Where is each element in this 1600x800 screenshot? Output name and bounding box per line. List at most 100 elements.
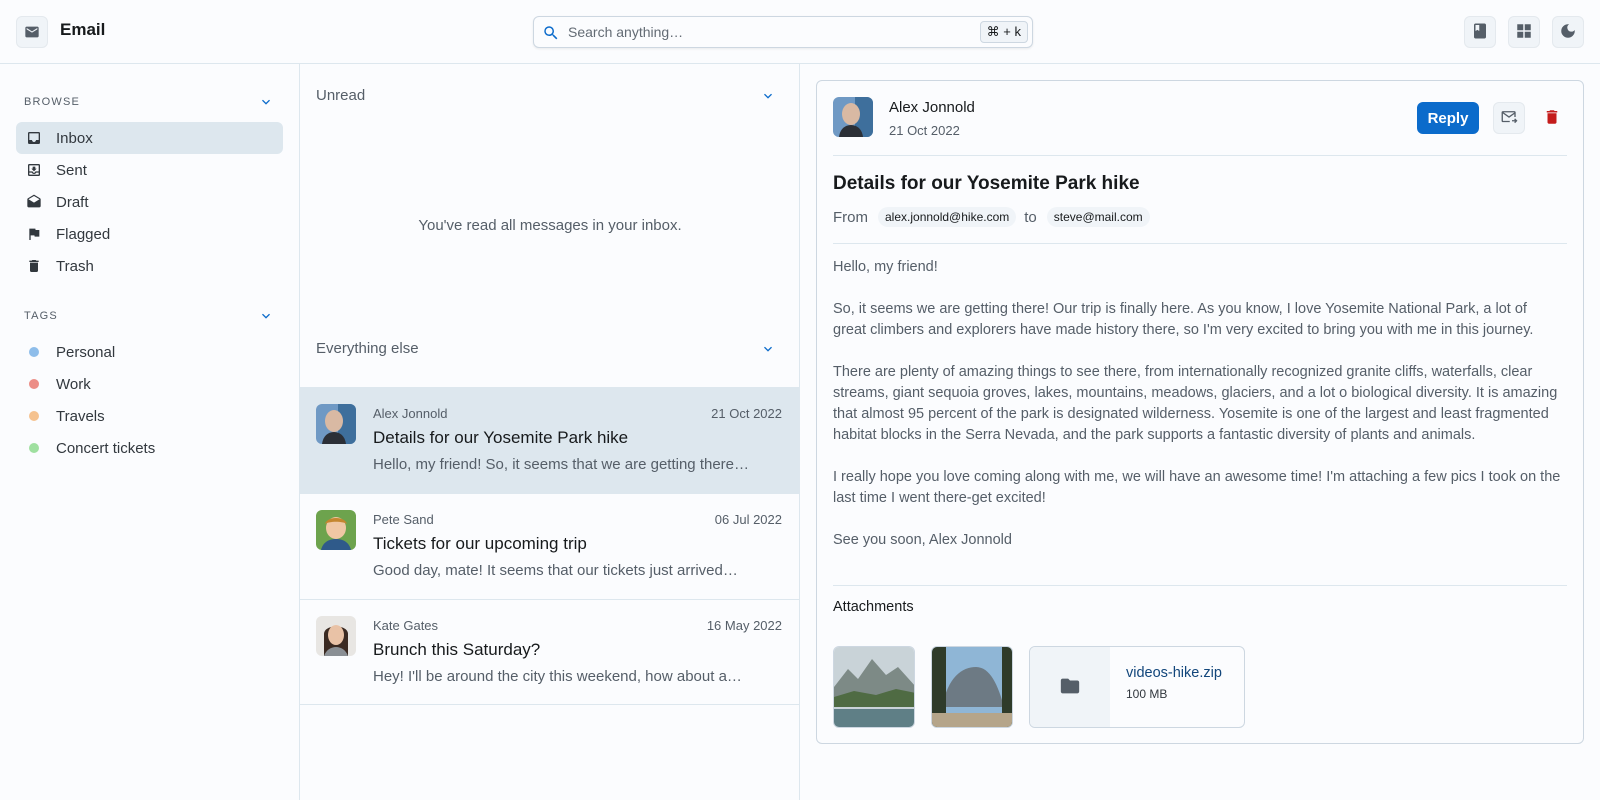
sidebar-item-trash[interactable]: Trash bbox=[16, 250, 283, 282]
folder-icon bbox=[1059, 675, 1081, 700]
moon-icon bbox=[1559, 22, 1577, 43]
message-date: 06 Jul 2022 bbox=[714, 512, 782, 527]
unread-empty-message: You've read all messages in your inbox. bbox=[418, 217, 682, 234]
body-paragraph: I really hope you love coming along with… bbox=[833, 469, 1561, 506]
tag-label: Personal bbox=[56, 343, 116, 361]
tag-dot bbox=[29, 411, 39, 421]
sidebar-item-label: Sent bbox=[56, 161, 87, 179]
mail-icon[interactable] bbox=[16, 16, 48, 48]
message-reader: Alex Jonnold 21 Oct 2022 Reply Details f… bbox=[816, 80, 1584, 744]
forward-mail-icon bbox=[1500, 108, 1518, 129]
everything-else-group-header[interactable]: Everything else bbox=[316, 337, 784, 361]
message-subject: Brunch this Saturday? bbox=[373, 640, 541, 659]
from-email-chip[interactable]: alex.jonnold@hike.com bbox=[878, 207, 1017, 227]
reader-date: 21 Oct 2022 bbox=[889, 123, 960, 138]
sidebar-item-flagged[interactable]: Flagged bbox=[16, 218, 283, 250]
top-bar: Email ⌘ + k bbox=[0, 0, 1600, 64]
message-preview: Good day, mate! It seems that our ticket… bbox=[373, 562, 738, 579]
sidebar-item-draft[interactable]: Draft bbox=[16, 186, 283, 218]
trash-icon bbox=[26, 258, 42, 274]
search-input[interactable] bbox=[568, 21, 948, 43]
browse-section-header[interactable]: Browse bbox=[24, 94, 274, 110]
sender-name: Alex Jonnold bbox=[373, 406, 448, 421]
message-body: Hello, my friend! So, it seems we are ge… bbox=[833, 257, 1563, 572]
divider bbox=[833, 585, 1567, 586]
message-subject: Details for our Yosemite Park hike bbox=[373, 428, 629, 447]
attachments-label: Attachments bbox=[833, 599, 914, 615]
flag-icon bbox=[26, 226, 42, 242]
tag-dot bbox=[29, 443, 39, 453]
grid-icon bbox=[1515, 22, 1533, 43]
body-paragraph: There are plenty of amazing things to se… bbox=[833, 364, 1558, 443]
tag-dot bbox=[29, 379, 39, 389]
avatar bbox=[316, 510, 356, 550]
sidebar-item-inbox[interactable]: Inbox bbox=[16, 122, 283, 154]
delete-button[interactable] bbox=[1536, 102, 1568, 134]
tag-label: Concert tickets bbox=[56, 439, 156, 457]
tag-item-personal[interactable]: Personal bbox=[16, 336, 283, 368]
search-shortcut: ⌘ + k bbox=[979, 21, 1028, 43]
chevron-down-icon[interactable] bbox=[760, 88, 776, 107]
message-date: 16 May 2022 bbox=[706, 618, 782, 633]
browse-label: Browse bbox=[24, 96, 81, 108]
sidebar-item-label: Trash bbox=[56, 257, 94, 275]
search-bar[interactable]: ⌘ + k bbox=[533, 16, 1033, 48]
book-button[interactable] bbox=[1464, 16, 1496, 48]
message-date: 21 Oct 2022 bbox=[711, 406, 782, 421]
avatar bbox=[833, 97, 873, 137]
chevron-down-icon[interactable] bbox=[258, 308, 274, 327]
tag-dot bbox=[29, 347, 39, 357]
avatar bbox=[316, 404, 356, 444]
forward-button[interactable] bbox=[1493, 102, 1525, 134]
body-paragraph: Hello, my friend! bbox=[833, 259, 938, 275]
sidebar-item-label: Inbox bbox=[56, 129, 93, 147]
avatar bbox=[316, 616, 356, 656]
file-size: 100 MB bbox=[1126, 687, 1168, 701]
from-label: From bbox=[833, 208, 868, 226]
tag-item-travels[interactable]: Travels bbox=[16, 400, 283, 432]
message-preview: Hello, my friend! So, it seems that we a… bbox=[373, 456, 750, 473]
everything-else-label: Everything else bbox=[316, 340, 419, 357]
tag-item-work[interactable]: Work bbox=[16, 368, 283, 400]
sent-icon bbox=[26, 162, 42, 178]
file-name[interactable]: videos-hike.zip bbox=[1126, 665, 1222, 681]
list-item[interactable]: Alex Jonnold 21 Oct 2022 Details for our… bbox=[300, 387, 799, 493]
trash-icon bbox=[1543, 108, 1561, 129]
attachment-image-thumbnail[interactable] bbox=[931, 646, 1013, 728]
sidebar-item-label: Flagged bbox=[56, 225, 111, 243]
to-label: to bbox=[1024, 208, 1037, 226]
tags-section-header[interactable]: Tags bbox=[24, 308, 274, 324]
message-subject: Tickets for our upcoming trip bbox=[373, 534, 587, 553]
file-box bbox=[1030, 647, 1110, 727]
body-paragraph: See you soon, Alex Jonnold bbox=[833, 532, 1012, 548]
sidebar-item-label: Draft bbox=[56, 193, 89, 211]
theme-toggle-button[interactable] bbox=[1552, 16, 1584, 48]
reader-subject: Details for our Yosemite Park hike bbox=[833, 173, 1140, 194]
attachment-file[interactable]: videos-hike.zip 100 MB bbox=[1029, 646, 1245, 728]
inbox-icon bbox=[26, 130, 42, 146]
sidebar: Browse Inbox Sent Draft Flagged Trash bbox=[0, 64, 300, 800]
tag-item-concert-tickets[interactable]: Concert tickets bbox=[16, 432, 283, 464]
list-item[interactable]: Pete Sand 06 Jul 2022 Tickets for our up… bbox=[300, 493, 799, 599]
message-list-pane: Unread You've read all messages in your … bbox=[300, 64, 800, 800]
chevron-down-icon[interactable] bbox=[258, 94, 274, 113]
message-preview: Hey! I'll be around the city this weeken… bbox=[373, 668, 742, 685]
chevron-down-icon[interactable] bbox=[760, 341, 776, 360]
reader-sender-name: Alex Jonnold bbox=[889, 99, 975, 116]
apps-grid-button[interactable] bbox=[1508, 16, 1540, 48]
sender-name: Pete Sand bbox=[373, 512, 434, 527]
tag-label: Work bbox=[56, 375, 91, 393]
to-email-chip[interactable]: steve@mail.com bbox=[1046, 207, 1150, 227]
body-paragraph: So, it seems we are getting there! Our t… bbox=[833, 301, 1534, 338]
reply-button[interactable]: Reply bbox=[1417, 102, 1479, 134]
book-icon bbox=[1471, 22, 1489, 43]
search-icon bbox=[542, 24, 560, 45]
unread-group-header[interactable]: Unread bbox=[316, 84, 784, 108]
attachment-image-thumbnail[interactable] bbox=[833, 646, 915, 728]
address-line: From alex.jonnold@hike.com to steve@mail… bbox=[833, 207, 1158, 227]
tag-label: Travels bbox=[56, 407, 105, 425]
app-title: Email bbox=[60, 20, 106, 39]
list-item[interactable]: Kate Gates 16 May 2022 Brunch this Satur… bbox=[300, 599, 799, 705]
sidebar-item-sent[interactable]: Sent bbox=[16, 154, 283, 186]
tags-label: Tags bbox=[24, 310, 58, 322]
